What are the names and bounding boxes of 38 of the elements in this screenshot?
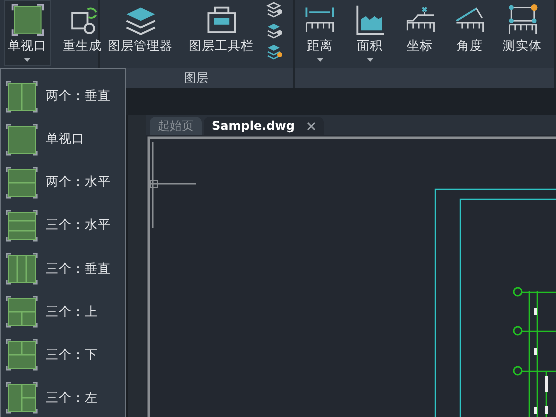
viewport-layout-icon	[6, 80, 38, 113]
ribbon-button[interactable]: 距离	[299, 0, 341, 66]
panel-label: 图层	[184, 71, 208, 85]
caret-icon	[24, 58, 31, 62]
caret-icon	[366, 58, 374, 62]
ribbon-button[interactable]: 重生成	[59, 0, 106, 66]
toolbar-icon-button[interactable]	[266, 2, 283, 19]
layer-gear-icon	[266, 2, 283, 19]
layer-gear-icon	[266, 23, 283, 40]
menu-item[interactable]: 两个：水平	[1, 161, 125, 204]
viewport-layout-icon	[6, 253, 38, 286]
viewport-layout-icon	[6, 296, 38, 328]
viewport-layout-icon	[6, 166, 38, 199]
ribbon-button[interactable]: 图层管理器	[104, 0, 177, 66]
document-tab[interactable]: Sample.dwg	[204, 117, 324, 135]
menu-item[interactable]: 三个：垂直	[1, 248, 125, 291]
close-icon[interactable]	[306, 122, 316, 130]
viewport-layout-icon	[6, 210, 38, 242]
layer-bulb-icon	[266, 44, 283, 61]
ribbon-button[interactable]: 测实体	[499, 0, 546, 66]
viewport-layout-icon	[6, 124, 38, 156]
menu-item[interactable]: 三个：左	[1, 376, 125, 417]
ribbon-button[interactable]: 角度	[449, 0, 491, 66]
viewport-icon	[10, 4, 44, 36]
menu-item[interactable]: 三个：水平	[1, 204, 125, 248]
ribbon-button[interactable]: 图层工具栏	[185, 0, 258, 66]
ribbon-button[interactable]: 面积	[349, 0, 391, 66]
ribbon-button[interactable]: 坐标	[399, 0, 441, 66]
menu-item[interactable]: 单视口	[1, 118, 125, 162]
viewport-layout-icon	[6, 382, 38, 414]
ribbon-button[interactable]: 单视口	[4, 0, 51, 66]
toolbar-icon-button[interactable]	[266, 44, 283, 61]
caret-icon	[316, 58, 324, 62]
viewport-layout-icon	[6, 339, 38, 372]
menu-item[interactable]: 三个：下	[1, 334, 125, 377]
menu-item[interactable]: 两个：垂直	[1, 75, 125, 118]
toolbar-icon-button[interactable]	[266, 23, 283, 40]
menu-item[interactable]: 三个：上	[1, 290, 125, 334]
